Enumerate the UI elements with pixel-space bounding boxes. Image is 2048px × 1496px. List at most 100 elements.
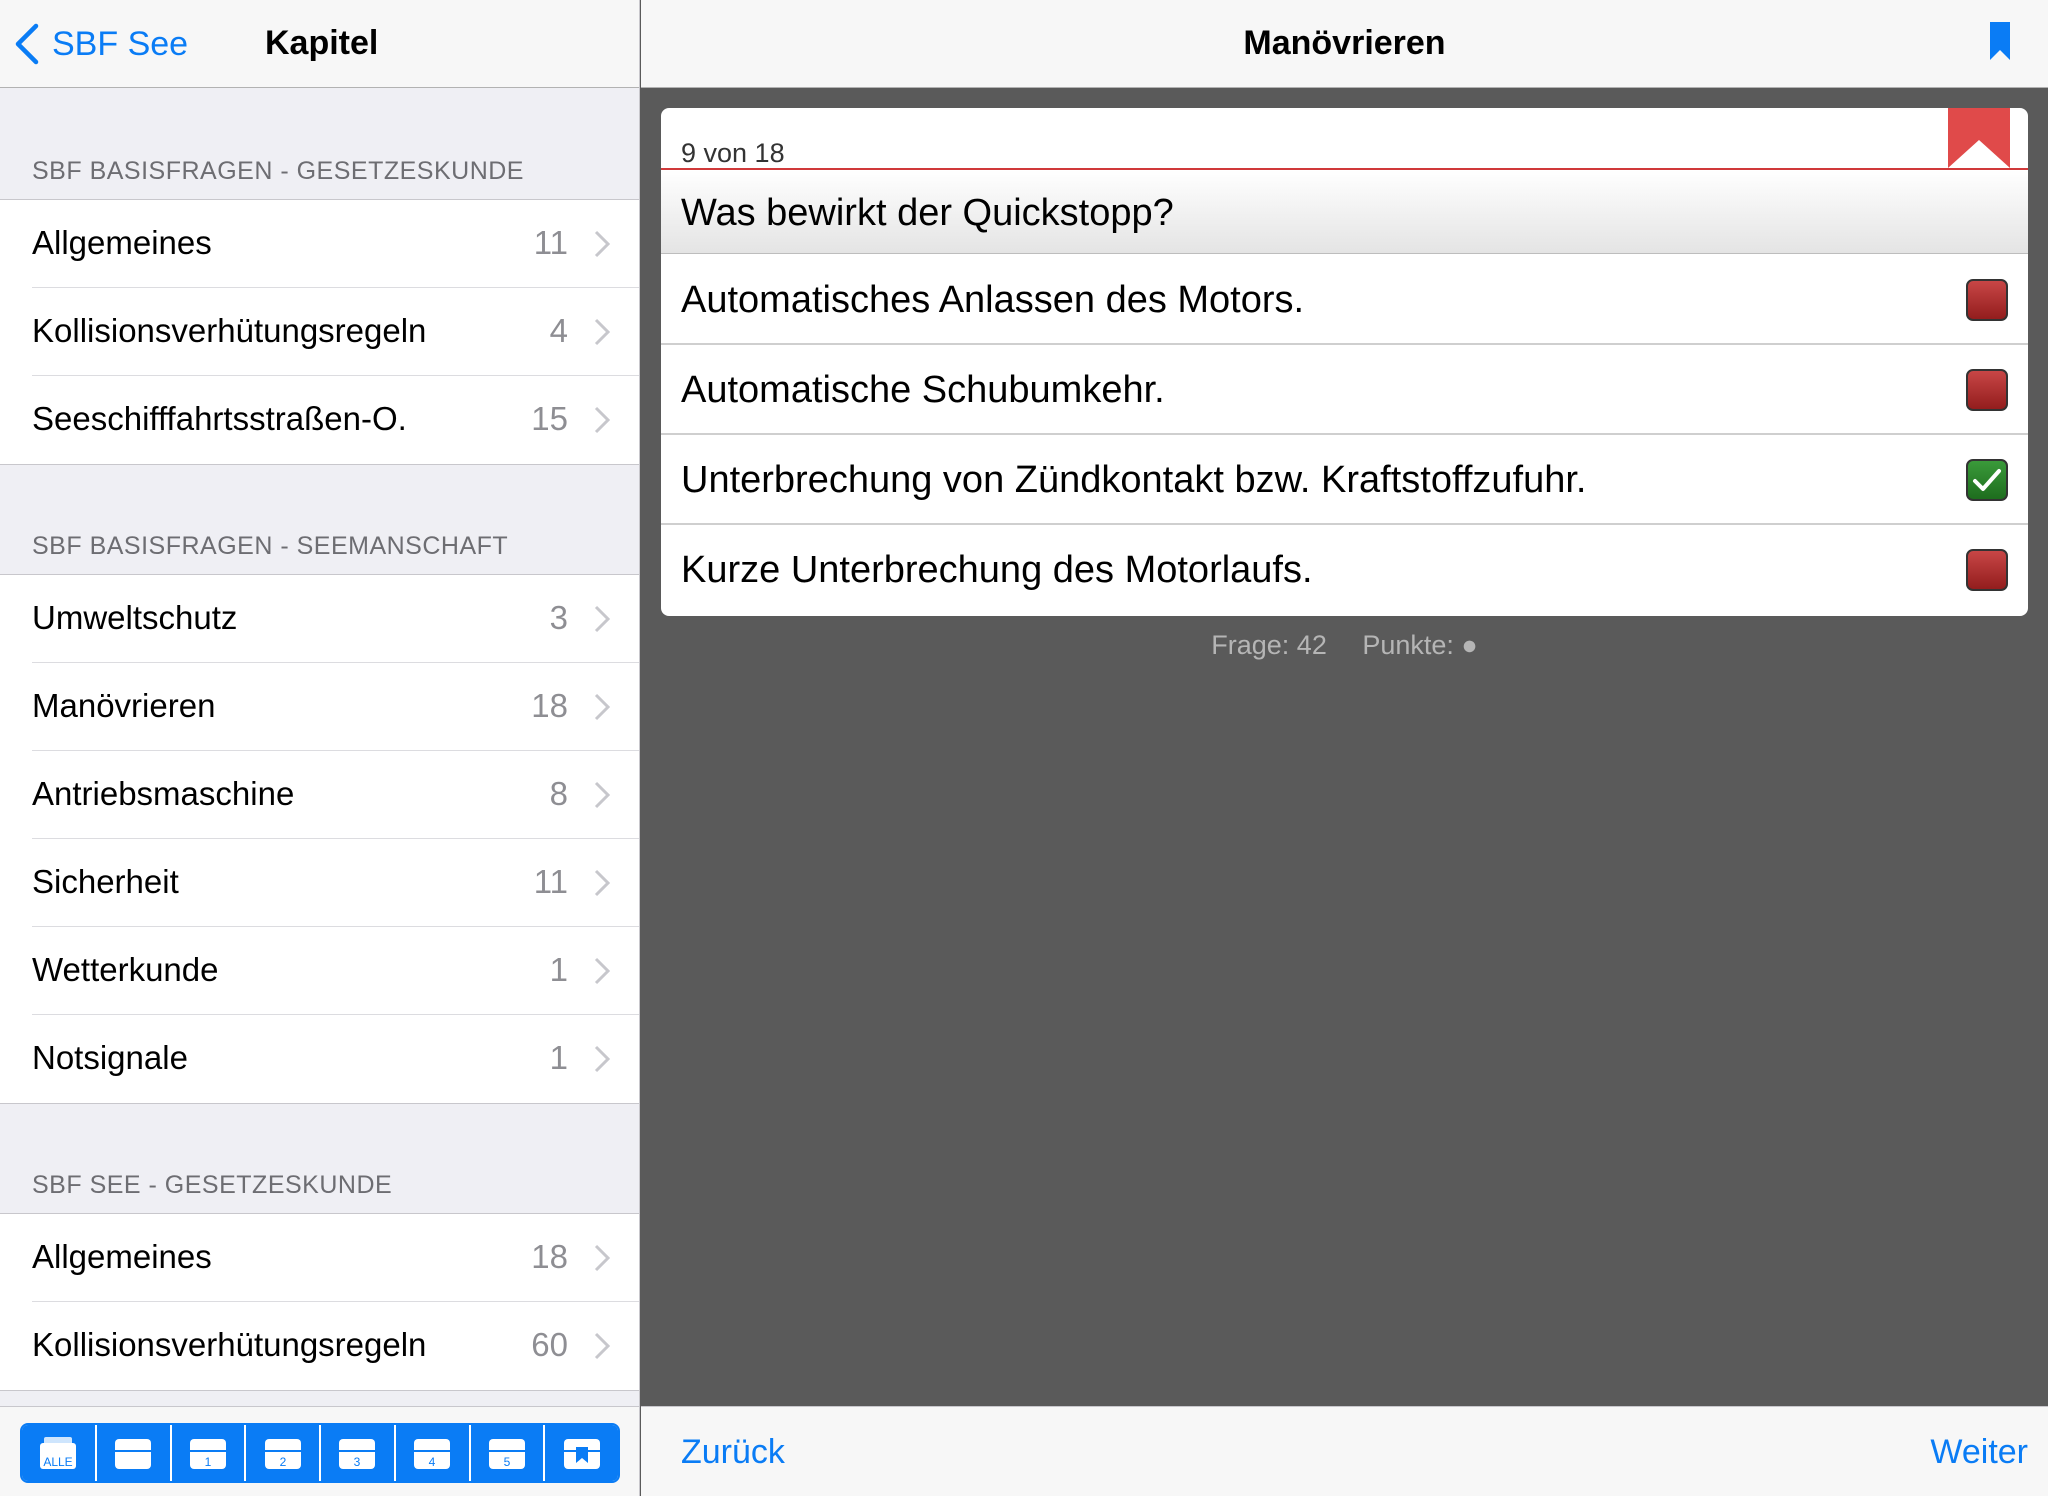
- question-status: Frage: 42 Punkte: ●: [641, 630, 2048, 661]
- segment-2-label: 2: [279, 1455, 286, 1469]
- chapter-count: 8: [549, 775, 568, 812]
- chapter-row[interactable]: Umweltschutz 3: [0, 575, 639, 663]
- correct-checkbox[interactable]: [1966, 459, 2008, 501]
- chapter-row[interactable]: Wetterkunde 1: [0, 927, 639, 1015]
- box-3-icon: 3: [339, 1439, 376, 1469]
- wrong-checkbox[interactable]: [1966, 549, 2008, 591]
- previous-button[interactable]: Zurück: [681, 1433, 785, 1472]
- section-header: SBF SEE - GESETZESKUNDE: [0, 1102, 639, 1214]
- answer-option[interactable]: Automatische Schubumkehr.: [661, 345, 2028, 435]
- segment-box-2[interactable]: 2: [246, 1425, 321, 1481]
- chapter-row[interactable]: Kollisionsverhütungsregeln 4: [0, 288, 639, 376]
- sidebar-nav-bar: SBF See Kapitel: [0, 0, 639, 88]
- answer-text: Automatisches Anlassen des Motors.: [681, 279, 1305, 321]
- question-number: Frage: 42: [1211, 630, 1327, 660]
- segment-box[interactable]: [96, 1425, 172, 1481]
- chevron-right-icon: [594, 605, 610, 633]
- segment-bookmarks[interactable]: [545, 1425, 618, 1481]
- chevron-right-icon: [594, 1244, 610, 1272]
- chapter-label: Allgemeines: [32, 1238, 212, 1275]
- chapter-count: 18: [531, 687, 568, 724]
- chapter-count: 4: [549, 312, 568, 349]
- chapter-count: 1: [549, 1039, 568, 1076]
- segment-box-5[interactable]: 5: [470, 1425, 546, 1481]
- segment-all[interactable]: ALLE: [22, 1425, 97, 1481]
- section-list: Umweltschutz 3 Manövrieren 18 Antriebsma…: [0, 574, 639, 1104]
- box-icon: [115, 1439, 152, 1469]
- chapter-label: Wetterkunde: [32, 951, 219, 988]
- chapter-row[interactable]: Notsignale 1: [0, 1015, 639, 1103]
- chapter-label: Kollisionsverhütungsregeln: [32, 1326, 427, 1363]
- question: Was bewirkt der Quickstopp?: [661, 170, 2028, 254]
- chevron-right-icon: [594, 406, 610, 434]
- segment-5-label: 5: [504, 1455, 511, 1469]
- wrong-checkbox[interactable]: [1966, 369, 2008, 411]
- section-list: Allgemeines 18 Kollisionsverhütungsregel…: [0, 1213, 639, 1391]
- chapter-count: 3: [549, 599, 568, 636]
- next-button[interactable]: Weiter: [1930, 1433, 2028, 1472]
- back-button-label: SBF See: [52, 24, 189, 63]
- segment-box-1[interactable]: 1: [171, 1425, 247, 1481]
- wrong-checkbox[interactable]: [1966, 279, 2008, 321]
- section-header-label: SBF BASISFRAGEN - GESETZESKUNDE: [32, 157, 524, 185]
- box-filter-bar: ALLE 1 2 3 4 5: [0, 1406, 639, 1496]
- back-button[interactable]: SBF See: [14, 22, 188, 66]
- box-segmented-control: ALLE 1 2 3 4 5: [20, 1423, 620, 1483]
- checkmark-icon: [1973, 469, 2001, 491]
- question-counter: 9 von 18: [681, 138, 785, 168]
- chevron-right-icon: [594, 1332, 610, 1360]
- chevron-right-icon: [594, 781, 610, 809]
- page-title: Manövrieren: [1243, 24, 1446, 62]
- chapter-label: Sicherheit: [32, 863, 179, 900]
- flag-bookmark-icon[interactable]: [1948, 108, 2010, 168]
- chapter-row[interactable]: Sicherheit 11: [0, 839, 639, 927]
- chapter-count: 11: [533, 863, 568, 900]
- chapter-row[interactable]: Allgemeines 18: [0, 1214, 639, 1302]
- chapter-count: 1: [549, 951, 568, 988]
- chapter-row[interactable]: Seeschifffahrtsstraßen-O. 15: [0, 376, 639, 464]
- chapter-label: Notsignale: [32, 1039, 188, 1076]
- chapter-label: Umweltschutz: [32, 599, 238, 636]
- box-4-icon: 4: [414, 1439, 451, 1469]
- chapter-label: Manövrieren: [32, 687, 216, 724]
- section-header: SBF BASISFRAGEN - SEEMANSCHAFT: [0, 463, 639, 575]
- box-bookmark-icon: [563, 1439, 600, 1469]
- chapter-row[interactable]: Kollisionsverhütungsregeln 60: [0, 1302, 639, 1390]
- chapter-count: 11: [533, 224, 568, 261]
- chevron-left-icon: [15, 23, 39, 65]
- bottom-toolbar: Zurück Weiter: [641, 1406, 2048, 1496]
- section-list: Allgemeines 11 Kollisionsverhütungsregel…: [0, 199, 639, 465]
- box-2-icon: 2: [264, 1439, 301, 1469]
- chapter-row[interactable]: Antriebsmaschine 8: [0, 751, 639, 839]
- box-5-icon: 5: [488, 1439, 525, 1469]
- segment-box-4[interactable]: 4: [395, 1425, 471, 1481]
- segment-box-3[interactable]: 3: [321, 1425, 396, 1481]
- answer-option[interactable]: Kurze Unterbrechung des Motorlaufs.: [661, 525, 2028, 615]
- chevron-right-icon: [594, 957, 610, 985]
- chapter-row[interactable]: Manövrieren 18: [0, 663, 639, 751]
- chevron-right-icon: [594, 693, 610, 721]
- sidebar-title: Kapitel: [265, 24, 379, 62]
- chevron-right-icon: [594, 230, 610, 258]
- bookmark-icon[interactable]: [1990, 22, 2010, 60]
- answer-text: Unterbrechung von Zündkontakt bzw. Kraft…: [681, 459, 1587, 501]
- chapter-count: 60: [531, 1326, 568, 1363]
- main-nav-bar: Manövrieren: [641, 0, 2048, 88]
- chapter-label: Allgemeines: [32, 224, 212, 261]
- answer-option[interactable]: Unterbrechung von Zündkontakt bzw. Kraft…: [661, 435, 2028, 525]
- section-header: SBF BASISFRAGEN - GESETZESKUNDE: [0, 88, 639, 200]
- box-1-icon: 1: [189, 1439, 226, 1469]
- chapter-row[interactable]: Allgemeines 11: [0, 200, 639, 288]
- section-header-label: SBF BASISFRAGEN - SEEMANSCHAFT: [32, 532, 509, 560]
- segment-3-label: 3: [354, 1455, 361, 1469]
- chapter-count: 18: [531, 1238, 568, 1275]
- chevron-right-icon: [594, 318, 610, 346]
- segment-4-label: 4: [429, 1455, 436, 1469]
- question-text: Was bewirkt der Quickstopp?: [681, 192, 1174, 234]
- question-card: 9 von 18 Was bewirkt der Quickstopp? Aut…: [661, 108, 2028, 616]
- answer-option[interactable]: Automatisches Anlassen des Motors.: [661, 255, 2028, 345]
- answer-text: Automatische Schubumkehr.: [681, 369, 1165, 411]
- question-panel: Manövrieren 9 von 18 Was bewirkt der Qui…: [641, 0, 2048, 1496]
- chapter-label: Kollisionsverhütungsregeln: [32, 312, 427, 349]
- chevron-right-icon: [594, 869, 610, 897]
